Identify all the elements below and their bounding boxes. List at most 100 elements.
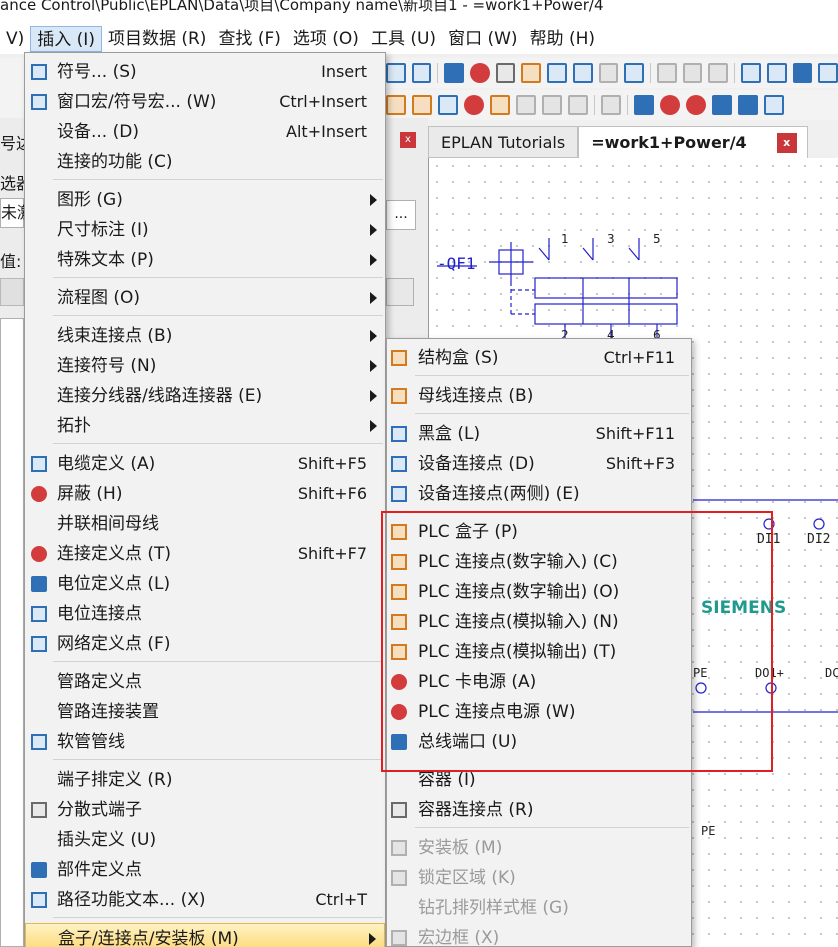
left-panel-field[interactable]: 未激 [0,198,33,228]
connection-icon[interactable] [572,63,593,83]
container-connection-icon [391,802,407,818]
menu-item-label: 图形 (G) [57,190,123,210]
plc-label-dc: DC [825,666,838,680]
submenu-item-structure-box[interactable]: 结构盒 (S) Ctrl+F11 [387,343,691,373]
select-icon[interactable] [766,63,787,83]
menu-item-path-text[interactable]: 路径功能文本... (X) Ctrl+T [25,885,385,915]
submenu-arrow-icon [370,330,377,342]
menu-item-label: 路径功能文本... (X) [57,890,206,910]
submenu-item-busbar-connection[interactable]: 母线连接点 (B) [387,381,691,411]
snap-point-icon[interactable] [470,63,490,83]
submenu-item-mounting-panel[interactable]: 安装板 (M) [387,833,691,863]
menu-item-cable-definition[interactable]: 电缆定义 (A) Shift+F5 [25,449,385,479]
menu-item-connection-symbol[interactable]: 连接符号 (N) [25,351,385,381]
menu-item-potential-definition[interactable]: 电位定义点 (L) [25,569,385,599]
menu-item-device[interactable]: 设备... (D) Alt+Insert [25,117,385,147]
menu-item-shield[interactable]: 屏蔽 (H) Shift+F6 [25,479,385,509]
menu-item-special-text[interactable]: 特殊文本 (P) [25,245,385,275]
submenu-item-device-connection-both[interactable]: 设备连接点(两侧) (E) [387,479,691,509]
menu-tools[interactable]: 工具 (U) [365,26,442,52]
tool-j-icon[interactable] [634,95,654,115]
counter-icon[interactable] [598,63,619,83]
menu-window[interactable]: 窗口 (W) [442,26,523,52]
magnet-icon[interactable] [521,63,542,83]
toolbar-separator [734,63,736,83]
tool-c-icon[interactable] [438,95,458,115]
tool-o-icon[interactable] [764,95,784,115]
submenu-item-drill-pattern[interactable]: 钻孔排列样式框 (G) [387,893,691,923]
text-icon[interactable] [818,63,838,83]
lines-icon[interactable] [657,63,677,83]
menu-find[interactable]: 查找 (F) [212,26,286,52]
tool-g-icon[interactable] [542,95,562,115]
lines-cross-icon[interactable] [708,63,729,83]
submenu-item-locked-area[interactable]: 锁定区域 (K) [387,863,691,893]
tab-close-icon[interactable]: x [776,133,797,153]
tab-eplan-tutorials[interactable]: EPLAN Tutorials [428,126,579,158]
tool-e-icon[interactable] [490,95,510,115]
menu-separator [53,443,383,444]
grid-icon[interactable] [386,63,406,83]
menu-item-connection-definition[interactable]: 连接定义点 (T) Shift+F7 [25,539,385,569]
menu-item-graphics[interactable]: 图形 (G) [25,185,385,215]
menu-item-hose[interactable]: 软管管线 [25,727,385,757]
menu-insert[interactable]: 插入 (I) [30,26,102,52]
menu-item-topology[interactable]: 拓扑 [25,411,385,441]
menu-item-distributed-terminal[interactable]: 分散式端子 [25,795,385,825]
menu-item-terminal-strip[interactable]: 端子排定义 (R) [25,765,385,795]
menu-help[interactable]: 帮助 (H) [524,26,601,52]
submenu-item-container-connection[interactable]: 容器连接点 (R) [387,795,691,825]
menu-item-plug-definition[interactable]: 插头定义 (U) [25,825,385,855]
menu-item-pipe-definition[interactable]: 管路定义点 [25,667,385,697]
menu-item-symbol[interactable]: 符号... (S) Insert [25,57,385,87]
bracket-icon[interactable] [741,63,761,83]
menu-item-box-connection-panel[interactable]: 盒子/连接点/安装板 (M) [25,923,385,947]
menu-project-data[interactable]: 项目数据 (R) [102,26,212,52]
menu-item-pipe-connection[interactable]: 管路连接装置 [25,697,385,727]
snap-grid-icon[interactable] [444,63,465,83]
menu-item-flowchart[interactable]: 流程图 (O) [25,283,385,313]
submenu-item-label: 母线连接点 (B) [418,386,534,406]
menu-item-parallel-busbar[interactable]: 并联相间母线 [25,509,385,539]
tool-b-icon[interactable] [412,95,432,115]
tool-n-icon[interactable] [738,95,758,115]
cross-icon[interactable] [495,63,516,83]
breaker-label: -QF1 [437,254,476,273]
device-connection-both-icon [391,486,407,502]
submenu-item-macro-frame[interactable]: 宏边框 (X) [387,923,691,947]
tab-work1-power-4[interactable]: =work1+Power/4 x [578,126,808,158]
mounting-panel-icon [391,840,407,856]
submenu-arrow-icon [369,933,376,945]
menu-item-connected-function[interactable]: 连接的功能 (C) [25,147,385,177]
submenu-item-device-connection[interactable]: 设备连接点 (D) Shift+F3 [387,449,691,479]
tool-a-icon[interactable] [386,95,406,115]
tool-i-icon[interactable] [601,95,621,115]
panel-icon[interactable] [624,63,645,83]
tool-d-icon[interactable] [464,95,484,115]
menu-item-part-definition[interactable]: 部件定义点 [25,855,385,885]
menu-item-network-definition[interactable]: 网络定义点 (F) [25,629,385,659]
menu-item-harness-connection[interactable]: 线束连接点 (B) [25,321,385,351]
tool-f-icon[interactable] [516,95,536,115]
menu-item-potential-connection[interactable]: 电位连接点 [25,599,385,629]
menu-separator [415,413,689,414]
browse-button[interactable]: ... [386,200,416,230]
menu-item-shortcut: Ctrl+Insert [279,92,367,111]
menu-item-macro[interactable]: 窗口宏/符号宏... (W) Ctrl+Insert [25,87,385,117]
menu-item-splitter[interactable]: 连接分线器/线路连接器 (E) [25,381,385,411]
menu-item-dimension[interactable]: 尺寸标注 (I) [25,215,385,245]
grid-alt-icon[interactable] [411,63,432,83]
submenu-item-black-box[interactable]: 黑盒 (L) Shift+F11 [387,419,691,449]
lines-alt-icon[interactable] [682,63,703,83]
tool-h-icon[interactable] [568,95,588,115]
route-icon[interactable] [547,63,567,83]
menu-item-label: 设备... (D) [57,122,139,142]
menu-view[interactable]: V) [0,26,30,52]
cart-icon[interactable] [792,63,813,83]
plc-label-di2: DI2 [807,532,831,547]
tool-m-icon[interactable] [712,95,732,115]
panel-close-icon[interactable]: x [400,132,416,148]
menu-options[interactable]: 选项 (O) [287,26,365,52]
tool-l-icon[interactable] [686,95,706,115]
tool-k-icon[interactable] [660,95,680,115]
